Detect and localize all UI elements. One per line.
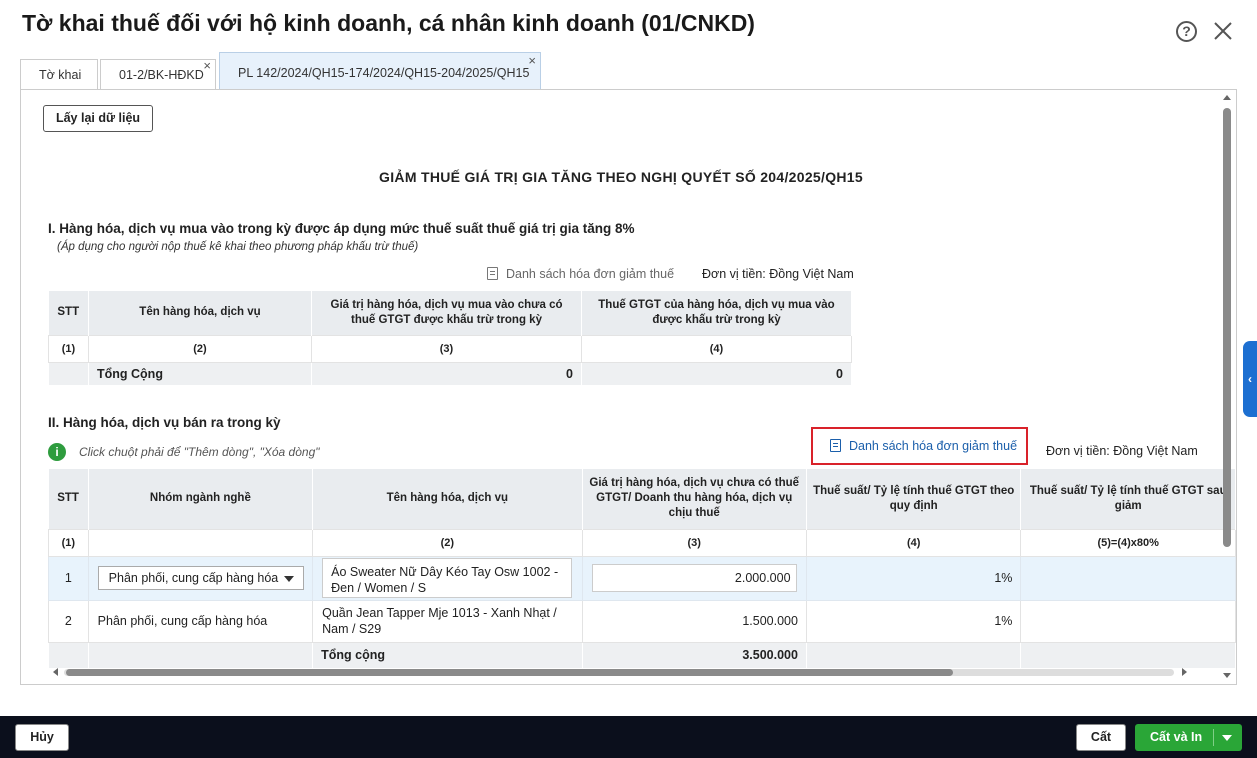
form-content: Lấy lại dữ liệu GIẢM THUẾ GIÁ TRỊ GIA TĂ… (20, 89, 1237, 685)
scrollbar-thumb[interactable] (66, 669, 953, 676)
column-index-row: (1) (2) (3) (4) (5)=(4)x80% (48, 528, 1236, 557)
save-and-print-button[interactable]: Cất và In (1135, 724, 1242, 751)
column-header: Thuế GTGT của hàng hóa, dịch vụ mua vào … (581, 291, 852, 335)
form-heading: GIẢM THUẾ GIÁ TRỊ GIA TĂNG THEO NGHỊ QUY… (379, 169, 863, 185)
industry-group-cell[interactable]: Phân phối, cung cấp hàng hóa (87, 599, 314, 643)
section2-hint: Click chuột phải để "Thêm dòng", "Xóa dò… (79, 445, 320, 459)
section1-invoice-list-link[interactable]: Danh sách hóa đơn giảm thuế (487, 267, 674, 281)
column-index: (1) (48, 334, 89, 363)
column-header: Giá trị hàng hóa, dịch vụ chưa có thuế G… (582, 469, 807, 529)
column-index: (2) (312, 528, 583, 557)
total-label: Tổng Cộng (88, 361, 312, 386)
column-header: STT (48, 469, 89, 529)
section1-currency-unit: Đơn vị tiền: Đồng Việt Nam (702, 267, 854, 281)
tab-label: PL 142/2024/QH15-174/2024/QH15-204/2025/… (238, 66, 530, 80)
item-name-input[interactable]: Áo Sweater Nữ Dây Kéo Tay Osw 1002 - Đen… (322, 558, 573, 598)
item-name-cell[interactable]: Quần Jean Tapper Mje 1013 - Xanh Nhạt / … (312, 599, 583, 643)
save-button[interactable]: Cất (1076, 724, 1126, 751)
column-index: (4) (805, 528, 1022, 557)
scroll-up-icon[interactable] (1223, 95, 1231, 100)
column-header: Thuế suất/ Tỷ lệ tính thuế GTGT sau giảm (1020, 469, 1236, 529)
link-label: Danh sách hóa đơn giảm thuế (849, 439, 1018, 453)
scroll-down-icon[interactable] (1223, 673, 1231, 678)
info-icon: i (48, 443, 66, 461)
table-header-row: STT Nhóm ngành nghề Tên hàng hóa, dịch v… (48, 469, 1236, 529)
section2-table: STT Nhóm ngành nghề Tên hàng hóa, dịch v… (48, 469, 1236, 669)
document-list-icon (830, 439, 841, 452)
table-row[interactable]: 2 Phân phối, cung cấp hàng hóa Quần Jean… (48, 599, 1236, 643)
tab-label: 01-2/BK-HĐKD (119, 68, 204, 82)
link-label: Danh sách hóa đơn giảm thuế (506, 267, 675, 281)
button-divider (1213, 729, 1214, 746)
column-index: (3) (581, 528, 807, 557)
tab-label: Tờ khai (39, 68, 82, 82)
item-value-input[interactable]: 2.000.000 (591, 564, 797, 592)
column-index: (4) (581, 334, 852, 363)
table-header-row: STT Tên hàng hóa, dịch vụ Giá trị hàng h… (48, 291, 852, 335)
column-index: (1) (48, 528, 89, 557)
help-icon[interactable]: ? (1176, 21, 1197, 42)
row-stt: 2 (48, 599, 89, 643)
reduced-rate-cell (1020, 599, 1236, 643)
tab-pl-appendix[interactable]: PL 142/2024/QH15-174/2024/QH15-204/2025/… (219, 52, 541, 90)
tax-declaration-dialog: Tờ khai thuế đối với hộ kinh doanh, cá n… (0, 0, 1257, 758)
column-index (87, 528, 314, 557)
column-header: Nhóm ngành nghề (88, 469, 314, 529)
reduced-rate-cell (1020, 555, 1236, 601)
reload-data-button[interactable]: Lấy lại dữ liệu (43, 105, 153, 132)
tax-rate-cell: 1% (805, 555, 1022, 601)
column-header: STT (48, 291, 89, 335)
tab-close-icon[interactable]: × (203, 59, 211, 73)
section1-title: I. Hàng hóa, dịch vụ mua vào trong kỳ đư… (48, 221, 635, 236)
section2-invoice-list-button[interactable]: Danh sách hóa đơn giảm thuế (811, 427, 1028, 465)
section2-currency-unit: Đơn vị tiền: Đồng Việt Nam (1046, 444, 1198, 458)
tab-close-icon[interactable]: × (528, 54, 536, 68)
column-header: Tên hàng hóa, dịch vụ (88, 291, 312, 335)
industry-group-select[interactable]: Phân phối, cung cấp hàng hóa (97, 566, 304, 590)
section1-note: (Áp dụng cho người nộp thuế kê khai theo… (57, 241, 419, 253)
dialog-footer: Hủy Cất Cất và In (0, 716, 1257, 758)
total-value-3: 0 (311, 361, 582, 386)
chevron-down-icon[interactable] (1222, 735, 1232, 741)
dialog-title: Tờ khai thuế đối với hộ kinh doanh, cá n… (22, 10, 755, 36)
total-row: Tổng Cộng 0 0 (48, 361, 852, 386)
tax-rate-cell: 1% (805, 599, 1022, 643)
section1-table: STT Tên hàng hóa, dịch vụ Giá trị hàng h… (48, 291, 852, 386)
column-index: (3) (311, 334, 582, 363)
side-panel-toggle[interactable]: ‹ (1243, 341, 1257, 417)
chevron-down-icon (283, 576, 294, 582)
scroll-right-icon[interactable] (1182, 668, 1187, 676)
row-stt: 1 (48, 555, 89, 601)
column-index: (2) (88, 334, 312, 363)
column-index-row: (1) (2) (3) (4) (48, 334, 852, 363)
cancel-button[interactable]: Hủy (15, 724, 69, 751)
section2-title: II. Hàng hóa, dịch vụ bán ra trong kỳ (48, 415, 281, 430)
document-list-icon (487, 267, 498, 280)
column-index: (5)=(4)x80% (1020, 528, 1236, 557)
table-row[interactable]: 1 Phân phối, cung cấp hàng hóa Áo Sweate… (48, 555, 1236, 601)
vertical-scrollbar[interactable] (1220, 90, 1235, 684)
column-header: Giá trị hàng hóa, dịch vụ mua vào chưa c… (311, 291, 582, 335)
scrollbar-thumb[interactable] (1223, 108, 1231, 547)
button-label: Cất và In (1150, 730, 1203, 744)
close-icon[interactable] (1212, 20, 1234, 42)
total-value-4: 0 (581, 361, 852, 386)
item-value-cell[interactable]: 1.500.000 (581, 599, 807, 643)
scroll-left-icon[interactable] (53, 668, 58, 676)
tab-to-khai[interactable]: Tờ khai (20, 59, 98, 90)
column-header: Tên hàng hóa, dịch vụ (312, 469, 583, 529)
column-header: Thuế suất/ Tỷ lệ tính thuế GTGT theo quy… (806, 469, 1022, 529)
tab-bk-hdkd[interactable]: 01-2/BK-HĐKD × (100, 59, 216, 90)
horizontal-scrollbar[interactable] (48, 665, 1193, 679)
select-value: Phân phối, cung cấp hàng hóa (108, 571, 279, 585)
